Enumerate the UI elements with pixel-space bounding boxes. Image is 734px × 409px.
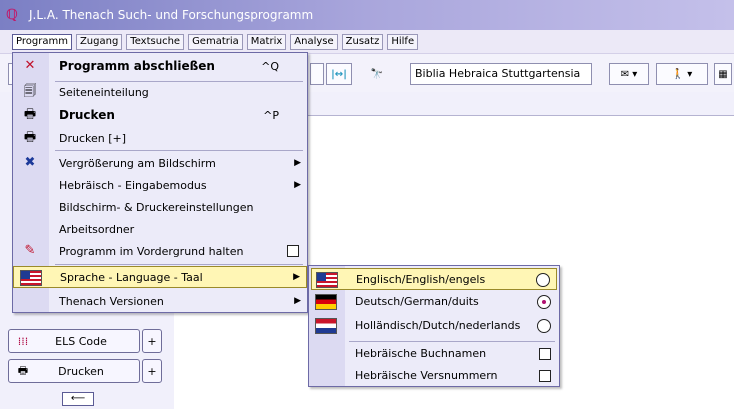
page-layout-icon: 🗐 [23, 84, 37, 99]
programm-menu: ✕ Programm abschließen ^Q 🗐 Seiteneintei… [12, 52, 308, 313]
menu-programm[interactable]: Programm [12, 33, 72, 50]
calculator-icon[interactable]: ▦ [714, 63, 732, 85]
keep-on-top-checkbox[interactable] [287, 245, 299, 257]
dutch-radio[interactable] [537, 319, 551, 333]
menu-item-work-folder[interactable]: Arbeitsordner [13, 218, 307, 240]
dot-grid-icon: ⁞⁞⁞ [17, 334, 29, 348]
german-flag-icon [315, 294, 337, 310]
back-arrow-button[interactable]: ⟵ [62, 392, 94, 406]
pin-icon: ✎ [24, 243, 36, 258]
els-code-label: ELS Code [55, 334, 107, 348]
us-flag-icon [316, 272, 338, 288]
menu-item-zoom[interactable]: ✖ Vergrößerung am Bildschirm ▶ [13, 152, 307, 174]
submenu-arrow-icon: ▶ [294, 158, 301, 168]
dutch-flag-icon [315, 318, 337, 334]
walker-dropdown-icon[interactable]: 🚶 ▾ [656, 63, 708, 85]
us-flag-icon [20, 270, 42, 286]
menu-separator [55, 264, 303, 265]
els-plus-button[interactable]: + [142, 329, 162, 353]
hebrew-book-names-checkbox[interactable] [539, 348, 551, 360]
german-radio[interactable] [537, 295, 551, 309]
menu-item-hebrew-input[interactable]: Hebräisch - Eingabemodus ▶ [13, 174, 307, 196]
mail-dropdown-icon[interactable]: ✉ ▾ [609, 63, 649, 85]
print-button[interactable]: 🖶 Drucken [8, 359, 140, 383]
app-icon[interactable]: ℚ [6, 7, 22, 23]
menu-bar: Programm Zugang Textsuche Gematria Matri… [0, 30, 734, 54]
window-title: J.L.A. Thenach Such- und Forschungsprogr… [29, 8, 314, 22]
printer-icon: 🖶 [23, 130, 37, 145]
language-submenu: Englisch/English/engels Deutsch/German/d… [308, 265, 560, 387]
menu-item-thenach-versions[interactable]: Thenach Versionen ▶ [13, 290, 307, 312]
printer-icon: 🖶 [23, 107, 37, 122]
submenu-arrow-icon: ▶ [294, 296, 301, 306]
submenu-arrow-icon: ▶ [293, 272, 300, 282]
menu-zusatz[interactable]: Zusatz [341, 33, 384, 50]
bible-version-combo[interactable]: Biblia Hebraica Stuttgartensia [410, 63, 592, 85]
menu-item-screen-printer-settings[interactable]: Bildschirm- & Druckereinstellungen [13, 196, 307, 218]
submenu-separator [349, 341, 555, 342]
menu-item-quit[interactable]: ✕ Programm abschließen ^Q [13, 55, 307, 77]
hebrew-verse-numbers-checkbox[interactable] [539, 370, 551, 382]
document-header-strip [308, 92, 734, 116]
toolbar-button[interactable] [310, 63, 324, 85]
menu-gematria[interactable]: Gematria [188, 33, 243, 50]
column-icon[interactable]: |↔| [326, 63, 352, 85]
english-radio[interactable] [536, 273, 550, 287]
print-plus-button[interactable]: + [142, 359, 162, 383]
submenu-item-german[interactable]: Deutsch/German/duits [311, 291, 557, 313]
zoom-tools-icon: ✖ [24, 155, 36, 170]
menu-analyse[interactable]: Analyse [290, 33, 338, 50]
title-bar: ℚ J.L.A. Thenach Such- und Forschungspro… [0, 0, 734, 30]
submenu-item-hebrew-book-names[interactable]: Hebräische Buchnamen [311, 343, 557, 365]
printer-icon: 🖶 [17, 363, 29, 377]
telescope-icon[interactable]: 🔭 [360, 63, 394, 85]
menu-item-print[interactable]: 🖶 Drucken ^P [13, 104, 307, 126]
menu-item-page-layout[interactable]: 🗐 Seiteneinteilung [13, 81, 307, 103]
menu-item-print-plus[interactable]: 🖶 Drucken [+] [13, 127, 307, 149]
menu-item-language[interactable]: Sprache - Language - Taal ▶ [13, 266, 307, 288]
submenu-item-hebrew-verse-numbers[interactable]: Hebräische Versnummern [311, 365, 557, 387]
els-code-button[interactable]: ⁞⁞⁞ ELS Code [8, 329, 140, 353]
menu-textsuche[interactable]: Textsuche [126, 33, 185, 50]
menu-hilfe[interactable]: Hilfe [387, 33, 419, 50]
close-x-icon: ✕ [24, 58, 36, 73]
submenu-item-dutch[interactable]: Holländisch/Dutch/nederlands [311, 315, 557, 337]
menu-item-keep-on-top[interactable]: ✎ Programm im Vordergrund halten [13, 240, 307, 262]
menu-matrix[interactable]: Matrix [246, 33, 287, 50]
menu-separator [55, 150, 303, 151]
submenu-item-english[interactable]: Englisch/English/engels [311, 268, 557, 290]
menu-zugang[interactable]: Zugang [75, 33, 123, 50]
print-label: Drucken [58, 364, 104, 378]
submenu-arrow-icon: ▶ [294, 180, 301, 190]
